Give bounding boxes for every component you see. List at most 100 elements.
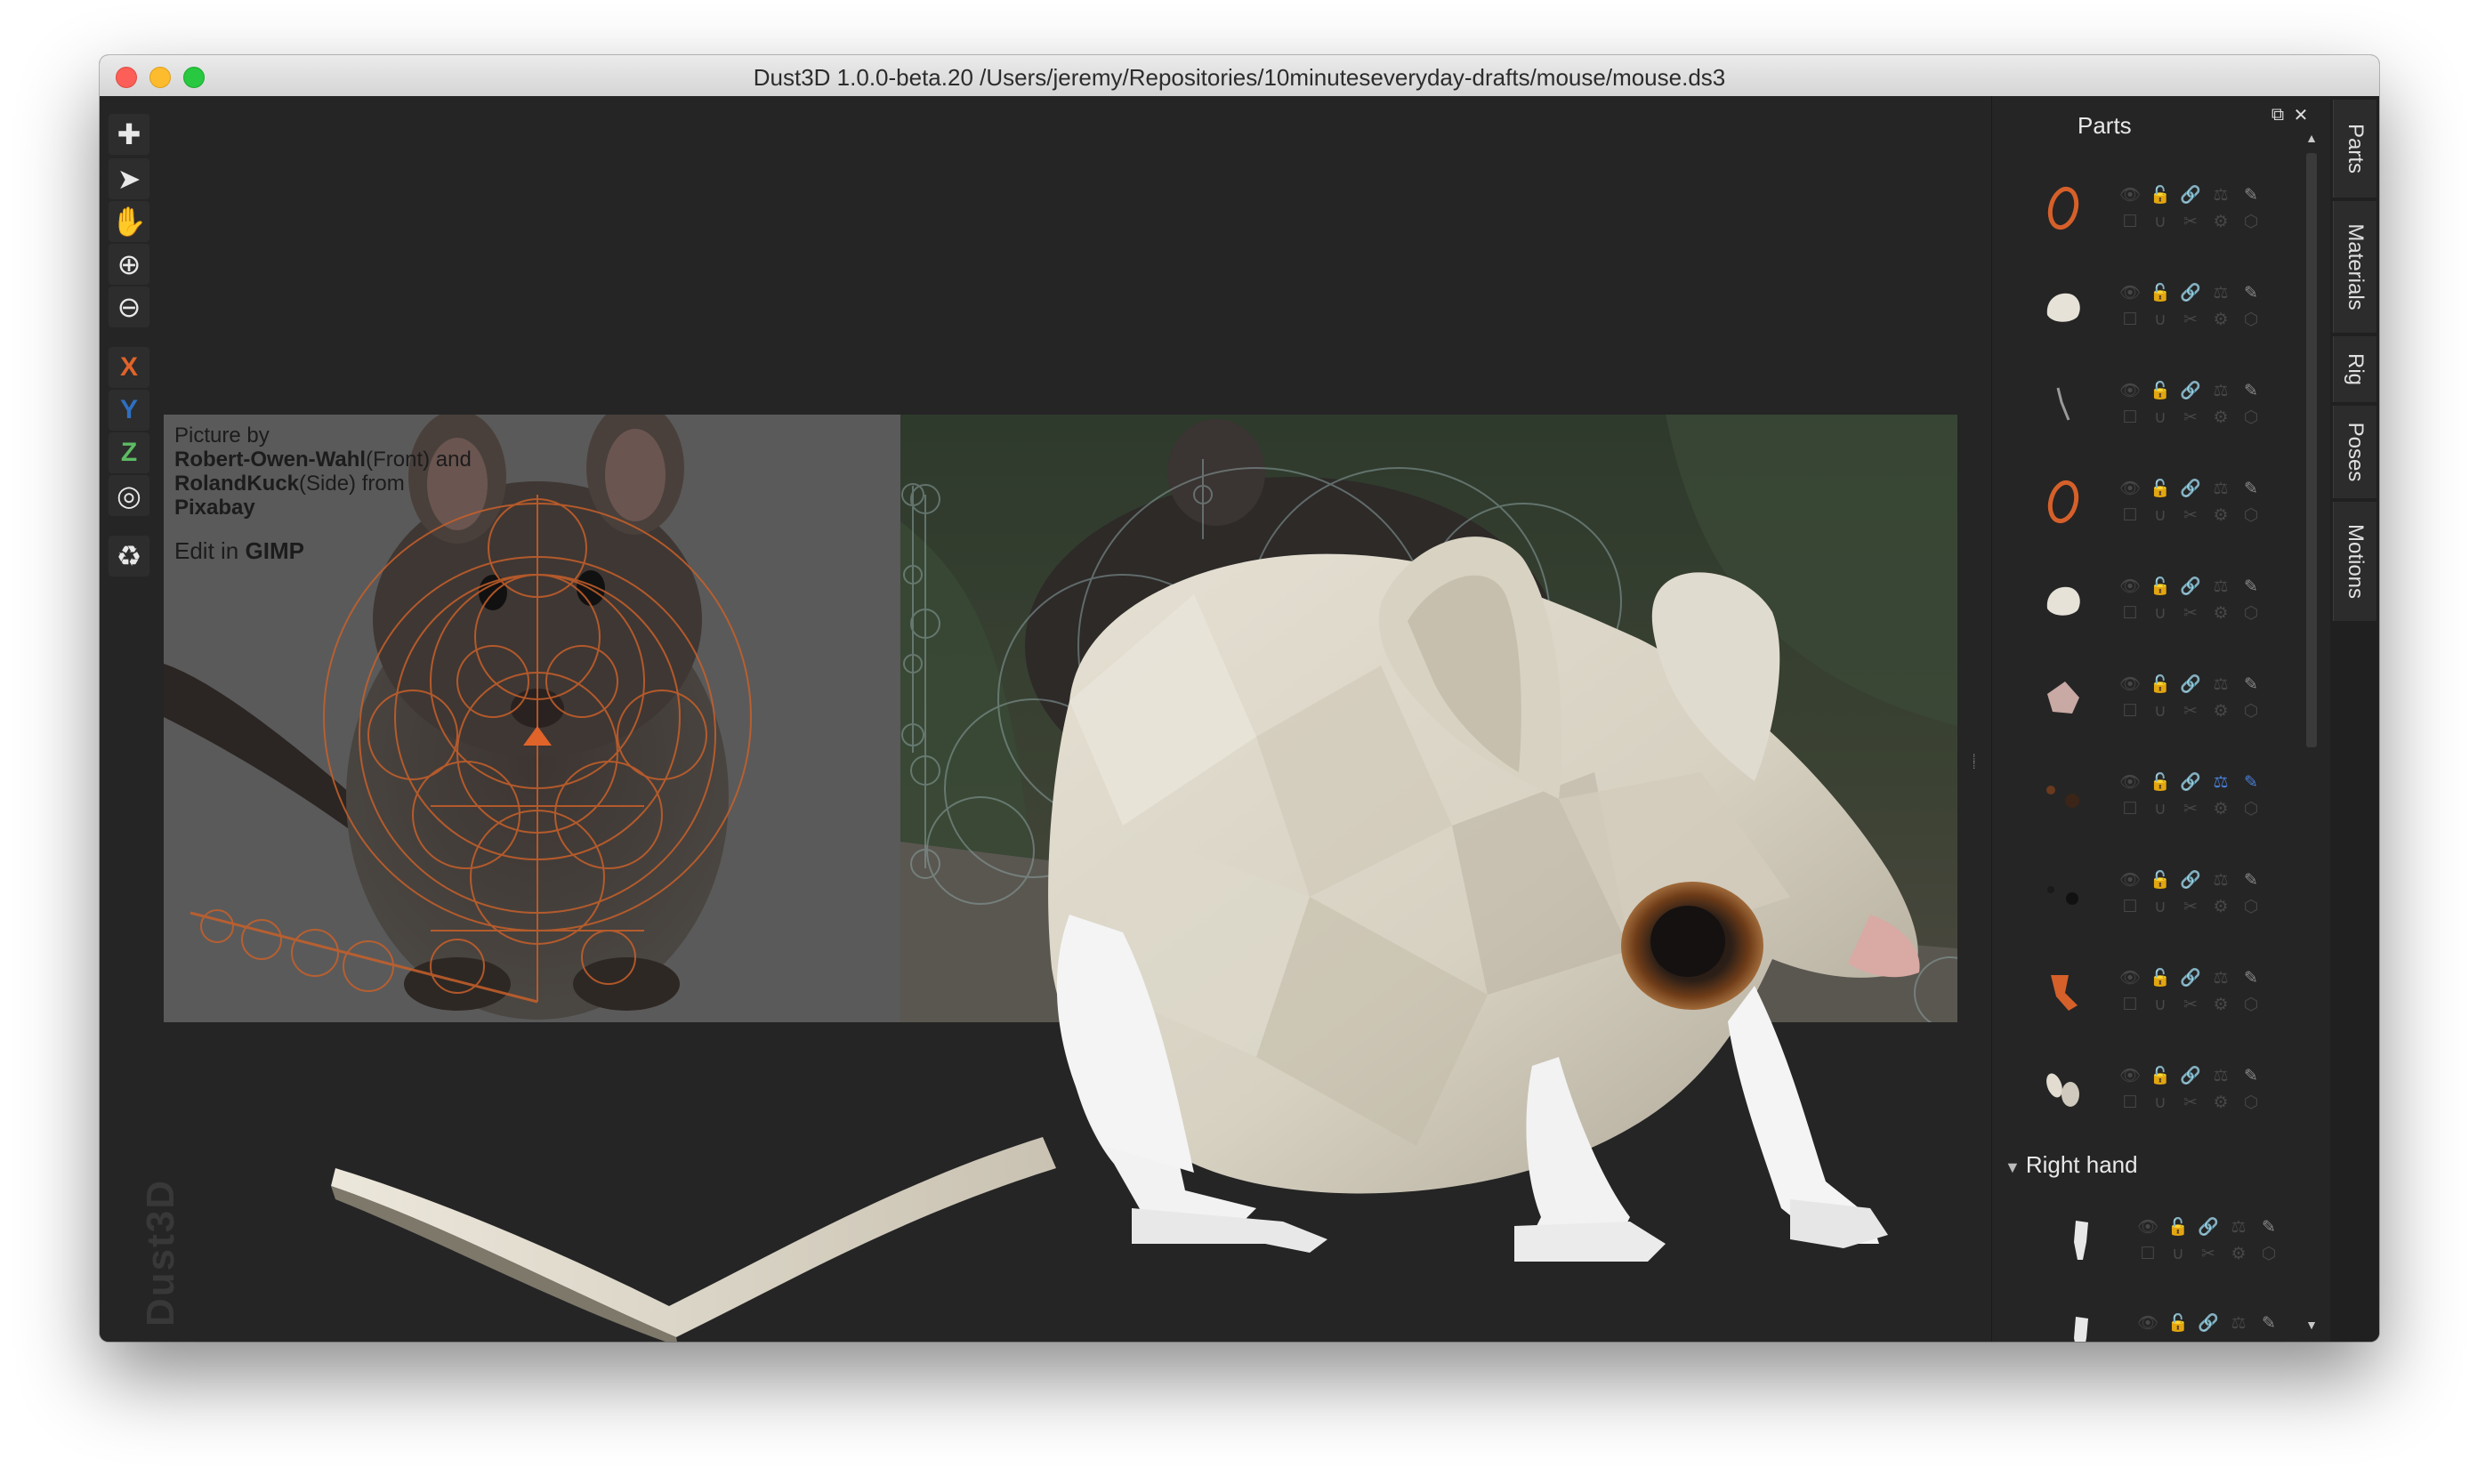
wireframe-icon[interactable]: ⬡ xyxy=(2255,1338,2282,1342)
z-axis-lock-button[interactable]: Z xyxy=(109,432,149,473)
magnet-icon[interactable]: ∪ xyxy=(2147,797,2174,822)
lock-icon[interactable]: 🔓 xyxy=(2147,183,2174,208)
eye-icon[interactable]: 👁 xyxy=(2117,1064,2143,1089)
link-icon[interactable]: 🔗 xyxy=(2177,770,2204,795)
mirror-icon[interactable]: ⚖ xyxy=(2207,575,2234,600)
part-row[interactable]: 👁🔓🔗⚖✎☐∪✂⚙⬡ xyxy=(2006,552,2273,648)
wireframe-icon[interactable]: ⬡ xyxy=(2255,1242,2282,1267)
eye-icon[interactable]: 👁 xyxy=(2134,1311,2161,1336)
tab-motions[interactable]: Motions xyxy=(2333,502,2376,621)
scissors-icon[interactable]: ✂ xyxy=(2177,895,2204,920)
zoom-in-button[interactable]: ⊕ xyxy=(109,244,149,285)
eye-icon[interactable]: 👁 xyxy=(2117,379,2143,404)
settings-icon[interactable]: ⚙ xyxy=(2207,1091,2234,1116)
mirror-icon[interactable]: ⚖ xyxy=(2207,183,2234,208)
color-picker-icon[interactable]: ✎ xyxy=(2238,770,2264,795)
pan-button[interactable]: ✋ xyxy=(109,201,149,242)
scissors-icon[interactable]: ✂ xyxy=(2177,1091,2204,1116)
float-panel-button[interactable]: ⧉ xyxy=(2266,103,2289,126)
scissors-icon[interactable]: ✂ xyxy=(2177,308,2204,333)
part-thumbnail[interactable] xyxy=(2038,183,2088,233)
eye-icon[interactable]: 👁 xyxy=(2117,183,2143,208)
checkbox-icon[interactable]: ☐ xyxy=(2117,601,2143,626)
parts-scrollbar[interactable]: ▲ ▼ xyxy=(2304,130,2320,1333)
magnet-icon[interactable]: ∪ xyxy=(2147,210,2174,235)
settings-icon[interactable]: ⚙ xyxy=(2207,797,2234,822)
checkbox-icon[interactable]: ☐ xyxy=(2117,797,2143,822)
panel-splitter[interactable]: ⁞ ⁞ xyxy=(1973,753,1978,790)
magnet-icon[interactable]: ∪ xyxy=(2147,406,2174,431)
part-row[interactable]: 👁🔓🔗⚖✎ ☐∪✂⚙⬡ xyxy=(2006,747,2273,843)
scissors-icon[interactable]: ✂ xyxy=(2177,797,2204,822)
lock-icon[interactable]: 🔓 xyxy=(2165,1311,2191,1336)
eye-icon[interactable]: 👁 xyxy=(2117,966,2143,991)
eye-icon[interactable]: 👁 xyxy=(2117,575,2143,600)
x-axis-lock-button[interactable]: X xyxy=(109,347,149,388)
settings-icon[interactable]: ⚙ xyxy=(2225,1242,2252,1267)
part-group-right-hand[interactable]: ▼ Right hand xyxy=(2005,1151,2138,1179)
mirror-icon[interactable]: ⚖ xyxy=(2207,673,2234,698)
tab-parts[interactable]: Parts xyxy=(2333,100,2376,198)
magnet-icon[interactable]: ∪ xyxy=(2147,993,2174,1018)
wireframe-icon[interactable]: ⬡ xyxy=(2238,797,2264,822)
magnet-icon[interactable]: ∪ xyxy=(2165,1338,2191,1342)
link-icon[interactable]: 🔗 xyxy=(2177,1064,2204,1089)
part-row[interactable]: 👁🔓🔗⚖✎☐∪✂⚙⬡ xyxy=(2006,160,2273,256)
magnet-icon[interactable]: ∪ xyxy=(2147,504,2174,528)
checkbox-icon[interactable]: ☐ xyxy=(2117,1091,2143,1116)
mirror-icon[interactable]: ⚖ xyxy=(2207,868,2234,893)
link-icon[interactable]: 🔗 xyxy=(2195,1311,2222,1336)
part-thumbnail[interactable] xyxy=(2038,281,2088,331)
part-row[interactable]: 👁🔓🔗⚖✎☐∪✂⚙⬡ xyxy=(2006,258,2273,354)
color-picker-icon[interactable]: ✎ xyxy=(2238,1064,2264,1089)
link-icon[interactable]: 🔗 xyxy=(2177,281,2204,306)
tab-poses[interactable]: Poses xyxy=(2333,406,2376,498)
scissors-icon[interactable]: ✂ xyxy=(2177,504,2204,528)
part-thumbnail[interactable] xyxy=(2038,673,2088,722)
eye-icon[interactable]: 👁 xyxy=(2117,770,2143,795)
checkbox-icon[interactable]: ☐ xyxy=(2117,406,2143,431)
color-picker-icon[interactable]: ✎ xyxy=(2238,575,2264,600)
wireframe-icon[interactable]: ⬡ xyxy=(2238,308,2264,333)
part-thumbnail[interactable] xyxy=(2056,1311,2106,1342)
part-row[interactable]: 👁🔓🔗⚖✎☐∪✂⚙⬡ xyxy=(2006,1041,2273,1137)
wireframe-icon[interactable]: ⬡ xyxy=(2238,601,2264,626)
checkbox-icon[interactable]: ☐ xyxy=(2117,308,2143,333)
eye-icon[interactable]: 👁 xyxy=(2134,1215,2161,1240)
wireframe-icon[interactable]: ⬡ xyxy=(2238,210,2264,235)
color-picker-icon[interactable]: ✎ xyxy=(2238,966,2264,991)
settings-icon[interactable]: ⚙ xyxy=(2207,406,2234,431)
scissors-icon[interactable]: ✂ xyxy=(2177,699,2204,724)
model-canvas[interactable]: Picture by Robert-Owen-Wahl(Front) and R… xyxy=(100,96,1991,1342)
part-row[interactable]: 👁🔓🔗⚖✎☐∪✂⚙⬡ xyxy=(2024,1288,2291,1342)
color-picker-icon[interactable]: ✎ xyxy=(2238,281,2264,306)
part-row[interactable]: 👁🔓🔗⚖✎☐∪✂⚙⬡ xyxy=(2024,1192,2291,1288)
settings-icon[interactable]: ⚙ xyxy=(2207,308,2234,333)
color-picker-icon[interactable]: ✎ xyxy=(2238,868,2264,893)
scroll-up-arrow-icon[interactable]: ▲ xyxy=(2304,130,2320,146)
magnet-icon[interactable]: ∪ xyxy=(2147,699,2174,724)
part-row[interactable]: 👁🔓🔗⚖✎☐∪✂⚙⬡ xyxy=(2006,943,2273,1039)
wireframe-icon[interactable]: ⬡ xyxy=(2238,699,2264,724)
color-picker-icon[interactable]: ✎ xyxy=(2238,379,2264,404)
wireframe-icon[interactable]: ⬡ xyxy=(2238,504,2264,528)
mirror-icon[interactable]: ⚖ xyxy=(2207,770,2234,795)
scissors-icon[interactable]: ✂ xyxy=(2177,601,2204,626)
mirror-icon[interactable]: ⚖ xyxy=(2207,1064,2234,1089)
part-thumbnail[interactable] xyxy=(2038,477,2088,527)
mirror-icon[interactable]: ⚖ xyxy=(2207,966,2234,991)
scissors-icon[interactable]: ✂ xyxy=(2195,1242,2222,1267)
checkbox-icon[interactable]: ☐ xyxy=(2117,699,2143,724)
mirror-icon[interactable]: ⚖ xyxy=(2207,379,2234,404)
part-thumbnail[interactable] xyxy=(2038,770,2088,820)
scroll-down-arrow-icon[interactable]: ▼ xyxy=(2304,1317,2320,1333)
settings-icon[interactable]: ⚙ xyxy=(2207,993,2234,1018)
zoom-out-button[interactable]: ⊖ xyxy=(109,286,149,327)
eye-icon[interactable]: 👁 xyxy=(2117,673,2143,698)
eye-icon[interactable]: 👁 xyxy=(2117,477,2143,502)
wireframe-icon[interactable]: ⬡ xyxy=(2238,993,2264,1018)
checkbox-icon[interactable]: ☐ xyxy=(2134,1242,2161,1267)
lock-icon[interactable]: 🔓 xyxy=(2147,575,2174,600)
part-thumbnail[interactable] xyxy=(2038,1064,2088,1114)
lock-icon[interactable]: 🔓 xyxy=(2147,770,2174,795)
